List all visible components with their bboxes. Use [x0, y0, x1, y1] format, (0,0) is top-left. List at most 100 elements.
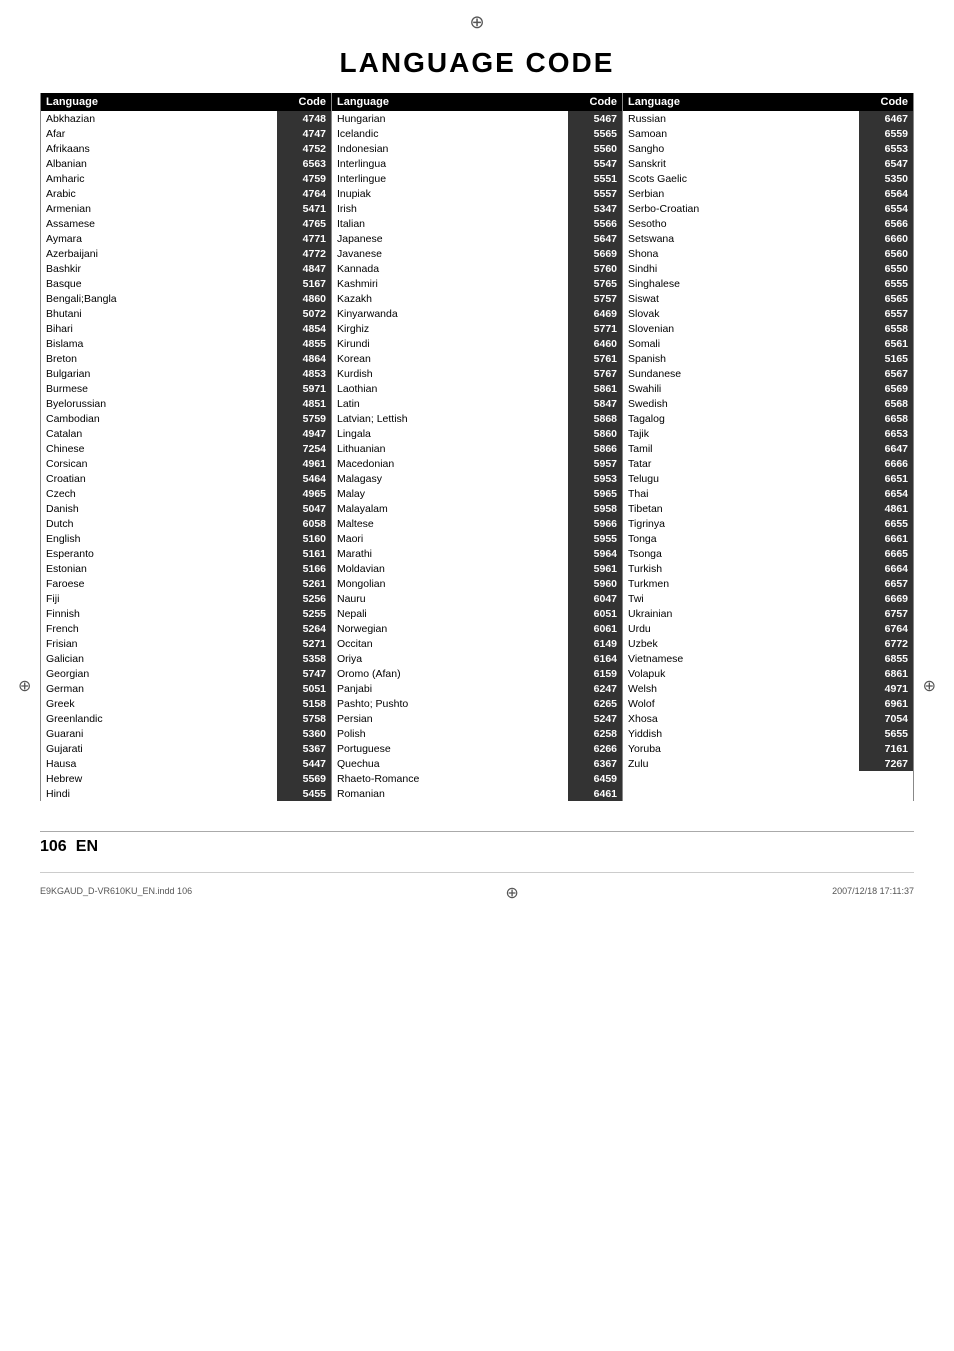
language-code: 6861 [859, 666, 913, 681]
table-row: Irish5347 [332, 201, 622, 216]
language-name: Sangho [623, 141, 859, 156]
language-name: Indonesian [332, 141, 568, 156]
language-name: Inupiak [332, 186, 568, 201]
language-code: 6247 [568, 681, 622, 696]
language-code: 6258 [568, 726, 622, 741]
language-name: Romanian [332, 786, 568, 801]
table-row: Lingala5860 [332, 426, 622, 441]
table-row: Arabic4764 [41, 186, 331, 201]
table-row: Cambodian5759 [41, 411, 331, 426]
language-code: 6558 [859, 321, 913, 336]
language-name: Yiddish [623, 726, 859, 741]
language-code: 5261 [277, 576, 331, 591]
table-row: Volapuk6861 [623, 666, 913, 681]
language-code: 6647 [859, 441, 913, 456]
table-row: Polish6258 [332, 726, 622, 741]
language-name: Wolof [623, 696, 859, 711]
language-name: Maori [332, 531, 568, 546]
language-name: Japanese [332, 231, 568, 246]
language-code: 6666 [859, 456, 913, 471]
language-name: Sundanese [623, 366, 859, 381]
language-code: 5464 [277, 471, 331, 486]
language-name: Breton [41, 351, 277, 366]
table-row: Quechua6367 [332, 756, 622, 771]
language-code: 4752 [277, 141, 331, 156]
language-name: Guarani [41, 726, 277, 741]
language-code: 6461 [568, 786, 622, 801]
table-row: Panjabi6247 [332, 681, 622, 696]
language-code: 4854 [277, 321, 331, 336]
language-code: 6669 [859, 591, 913, 606]
table-row: Interlingue5551 [332, 171, 622, 186]
table-row: Faroese5261 [41, 576, 331, 591]
language-name: Shona [623, 246, 859, 261]
language-name: Tatar [623, 456, 859, 471]
language-code: 6561 [859, 336, 913, 351]
table-row: Malagasy5953 [332, 471, 622, 486]
language-code: 6566 [859, 216, 913, 231]
language-name: Thai [623, 486, 859, 501]
table-row: Kirundi6460 [332, 336, 622, 351]
language-name: Setswana [623, 231, 859, 246]
language-code: 7267 [859, 756, 913, 771]
language-code: 6459 [568, 771, 622, 786]
table-row: Swedish6568 [623, 396, 913, 411]
table-row: Ukrainian6757 [623, 606, 913, 621]
language-name: Panjabi [332, 681, 568, 696]
language-code: 5971 [277, 381, 331, 396]
language-code: 5860 [568, 426, 622, 441]
language-name: Turkmen [623, 576, 859, 591]
language-code: 5471 [277, 201, 331, 216]
language-code: 4965 [277, 486, 331, 501]
language-name: Basque [41, 276, 277, 291]
table-row: Corsican4961 [41, 456, 331, 471]
language-code: 6367 [568, 756, 622, 771]
table-row: Scots Gaelic5350 [623, 171, 913, 186]
language-name: Portuguese [332, 741, 568, 756]
language-code: 4765 [277, 216, 331, 231]
language-name: Greek [41, 696, 277, 711]
language-column-3: LanguageCodeRussian6467Samoan6559Sangho6… [622, 93, 914, 801]
language-name: Armenian [41, 201, 277, 216]
language-name: Malay [332, 486, 568, 501]
language-code: 6658 [859, 411, 913, 426]
language-code: 5347 [568, 201, 622, 216]
table-row: Yiddish5655 [623, 726, 913, 741]
language-column-1: LanguageCodeAbkhazian4748Afar4747Afrikaa… [40, 93, 331, 801]
language-code: 6061 [568, 621, 622, 636]
language-name: Slovak [623, 306, 859, 321]
language-name: Azerbaijani [41, 246, 277, 261]
language-name: Malayalam [332, 501, 568, 516]
language-code: 6961 [859, 696, 913, 711]
language-code: 5953 [568, 471, 622, 486]
language-name: Galician [41, 651, 277, 666]
table-row: Frisian5271 [41, 636, 331, 651]
table-row: Azerbaijani4772 [41, 246, 331, 261]
language-name: Swahili [623, 381, 859, 396]
language-code: 5761 [568, 351, 622, 366]
footer-right: 2007/12/18 17:11:37 [832, 886, 914, 896]
language-name: Italian [332, 216, 568, 231]
language-code: 5647 [568, 231, 622, 246]
language-code: 5160 [277, 531, 331, 546]
language-name: Korean [332, 351, 568, 366]
table-row: Breton4864 [41, 351, 331, 366]
language-code: 5165 [859, 351, 913, 366]
language-name: Bihari [41, 321, 277, 336]
language-code: 5757 [568, 291, 622, 306]
language-code: 5167 [277, 276, 331, 291]
table-row: Slovenian6558 [623, 321, 913, 336]
table-row: Bashkir4847 [41, 261, 331, 276]
table-row: Armenian5471 [41, 201, 331, 216]
language-code: 6563 [277, 156, 331, 171]
language-name: Catalan [41, 426, 277, 441]
language-code: 7054 [859, 711, 913, 726]
table-row: Spanish5165 [623, 351, 913, 366]
col-header-language: Language [332, 93, 568, 111]
language-code: 6655 [859, 516, 913, 531]
language-code: 5557 [568, 186, 622, 201]
language-name: Somali [623, 336, 859, 351]
language-code: 5467 [568, 111, 622, 126]
language-name: Georgian [41, 666, 277, 681]
language-code: 5669 [568, 246, 622, 261]
